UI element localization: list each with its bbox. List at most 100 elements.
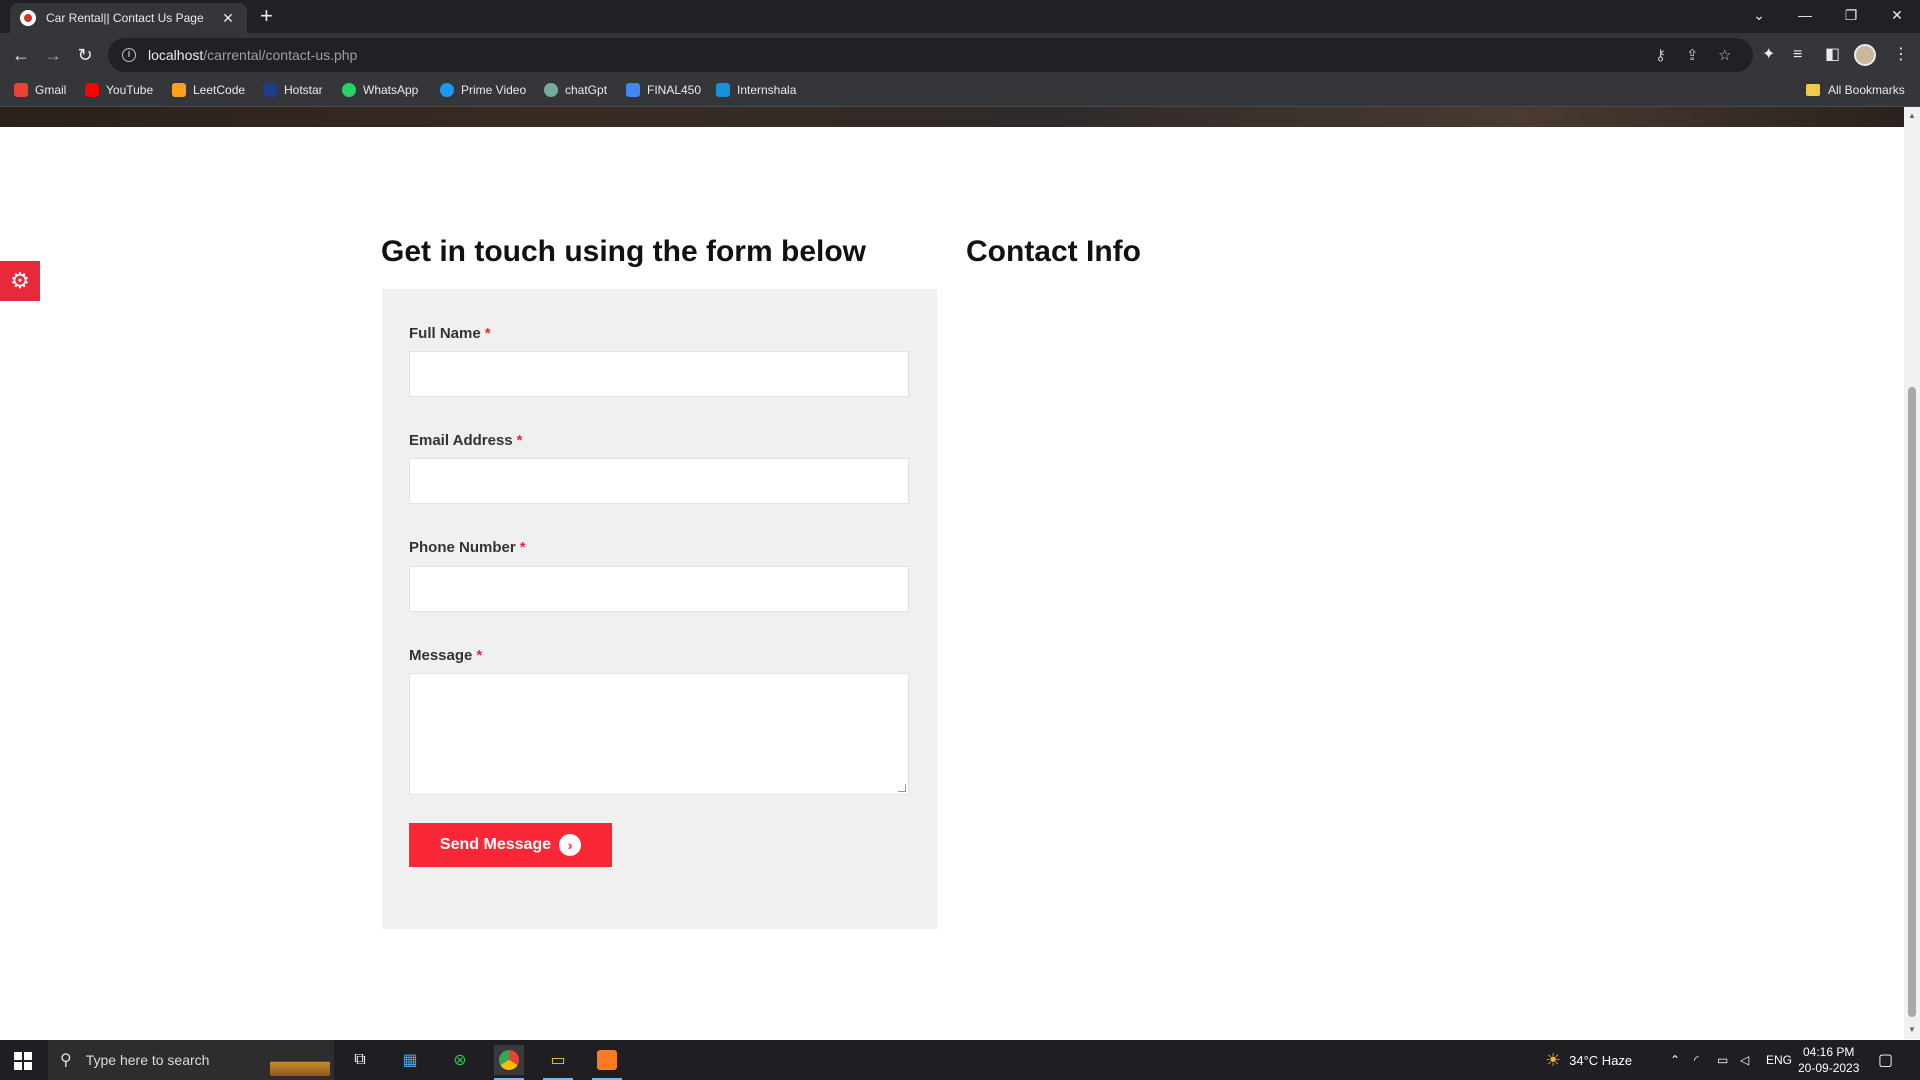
xampp-logo-icon <box>597 1050 617 1070</box>
hotstar-icon <box>263 83 277 97</box>
send-message-label: Send Message <box>439 836 552 853</box>
task-view-icon[interactable]: ⧉ <box>345 1045 375 1075</box>
hero-banner-edge <box>0 107 1904 127</box>
bookmark-folder-icon <box>1806 84 1820 96</box>
wifi-icon[interactable]: ◜ <box>1694 1040 1699 1080</box>
send-message-button[interactable]: Send Message › <box>409 823 612 867</box>
clock-date: 20-09-2023 <box>1798 1061 1860 1075</box>
contact-info-heading: Contact Info <box>966 235 1141 268</box>
bookmark-label: Gmail <box>35 83 67 97</box>
file-explorer-icon[interactable]: ▭ <box>543 1045 573 1080</box>
windows-start-icon[interactable] <box>14 1052 32 1070</box>
phone-input[interactable] <box>409 566 909 612</box>
tab-search-chevron-icon[interactable]: ⌄ <box>1736 0 1782 30</box>
bookmarks-bar: Gmail YouTube LeetCode Hotstar WhatsApp … <box>0 77 1920 107</box>
page-scrollbar[interactable]: ▲ ▼ <box>1904 107 1920 1039</box>
all-bookmarks-button[interactable]: All Bookmarks <box>1806 83 1905 97</box>
gmail-icon <box>14 83 28 97</box>
bookmark-label: Prime Video <box>461 83 527 97</box>
browser-menu-icon[interactable]: ⋮ <box>1893 43 1909 67</box>
all-bookmarks-label: All Bookmarks <box>1828 83 1905 97</box>
scrollbar-thumb[interactable] <box>1908 387 1916 1017</box>
side-panel-icon[interactable]: ◧ <box>1825 43 1840 67</box>
label-text: Phone Number <box>409 539 516 556</box>
bookmark-final450[interactable]: FINAL450 <box>626 83 701 97</box>
bookmark-internshala[interactable]: Internshala <box>716 83 796 97</box>
search-placeholder: Type here to search <box>85 1052 210 1068</box>
reload-icon[interactable]: ↻ <box>73 43 97 67</box>
youtube-icon <box>85 83 99 97</box>
bookmark-prime-video[interactable]: Prime Video <box>440 83 526 97</box>
search-icon: ⚲ <box>60 1052 72 1069</box>
tray-chevron-icon[interactable]: ⌃ <box>1670 1040 1680 1080</box>
notifications-icon[interactable]: ▢ <box>1878 1040 1893 1080</box>
email-input[interactable] <box>409 458 909 504</box>
address-bar[interactable]: i localhost/carrental/contact-us.php ⚷ ⇪… <box>108 38 1753 72</box>
arrow-right-circle-icon: › <box>559 834 582 856</box>
internshala-icon <box>716 83 730 97</box>
message-label: Message * <box>409 647 482 664</box>
form-heading: Get in touch using the form below <box>381 235 866 268</box>
bookmark-whatsapp[interactable]: WhatsApp <box>342 83 418 97</box>
password-key-icon[interactable]: ⚷ <box>1655 46 1666 64</box>
contact-form: Full Name * Email Address * Phone Number * … <box>382 289 937 929</box>
clock-time: 04:16 PM <box>1803 1045 1855 1059</box>
haze-weather-icon: ☀ <box>1545 1049 1562 1070</box>
back-arrow-icon[interactable]: ← <box>9 43 33 67</box>
browser-toolbar: ← → ↻ i localhost/carrental/contact-us.p… <box>0 33 1920 77</box>
label-text: Message <box>409 647 473 664</box>
bookmark-hotstar[interactable]: Hotstar <box>263 83 323 97</box>
bookmark-label: YouTube <box>106 83 154 97</box>
bookmark-label: WhatsApp <box>363 83 419 97</box>
url-host: localhost <box>148 47 204 63</box>
battery-icon[interactable]: ▭ <box>1717 1040 1728 1080</box>
xampp-icon[interactable] <box>592 1045 622 1080</box>
new-tab-button[interactable]: + <box>260 5 273 27</box>
bookmark-leetcode[interactable]: LeetCode <box>172 83 245 97</box>
scroll-down-arrow-icon[interactable]: ▼ <box>1908 1025 1916 1034</box>
bookmark-label: Hotstar <box>284 83 323 97</box>
bookmark-youtube[interactable]: YouTube <box>85 83 153 97</box>
settings-gear-icon[interactable]: ⚙ <box>0 261 40 301</box>
phone-label: Phone Number * <box>409 539 526 556</box>
chatgpt-icon <box>544 83 558 97</box>
bookmark-label: Internshala <box>737 83 797 97</box>
tab-close-icon[interactable]: ✕ <box>219 10 237 27</box>
windows-taskbar: ⚲ Type here to search ⧉ ▦ ⊗ ▭ ☀ 34°C Haz… <box>0 1040 1920 1080</box>
site-info-icon[interactable]: i <box>122 48 136 62</box>
page-viewport: ⚙ Get in touch using the form below Cont… <box>0 107 1904 1039</box>
close-window-button[interactable]: ✕ <box>1874 0 1920 30</box>
car-rental-favicon-icon <box>20 10 36 26</box>
reading-list-icon[interactable]: ≡ <box>1793 43 1802 67</box>
restore-button[interactable]: ❐ <box>1828 0 1874 30</box>
required-mark: * <box>516 432 523 449</box>
resize-grip-icon[interactable] <box>898 784 906 792</box>
minimize-button[interactable]: — <box>1782 0 1828 30</box>
leetcode-icon <box>172 83 186 97</box>
forward-arrow-icon[interactable]: → <box>41 43 65 67</box>
taskbar-clock[interactable]: 04:16 PM 20-09-2023 <box>1798 1044 1859 1076</box>
scroll-up-arrow-icon[interactable]: ▲ <box>1908 111 1916 120</box>
browser-tab[interactable]: Car Rental|| Contact Us Page ✕ <box>10 3 247 33</box>
required-mark: * <box>484 325 491 342</box>
weather-widget[interactable]: ☀ 34°C Haze <box>1545 1040 1632 1080</box>
bookmark-star-icon[interactable]: ☆ <box>1718 46 1731 64</box>
bookmark-chatgpt[interactable]: chatGpt <box>544 83 607 97</box>
share-icon[interactable]: ⇪ <box>1686 46 1699 64</box>
label-text: Email Address <box>409 432 513 449</box>
bookmark-gmail[interactable]: Gmail <box>14 83 66 97</box>
search-highlight-giraffe-image[interactable] <box>270 1044 330 1076</box>
tab-title: Car Rental|| Contact Us Page <box>46 11 204 25</box>
language-indicator[interactable]: ENG <box>1766 1040 1792 1080</box>
volume-icon[interactable]: ◁ <box>1740 1040 1749 1080</box>
message-textarea[interactable] <box>409 673 909 795</box>
chrome-taskbar-icon[interactable] <box>494 1045 524 1080</box>
final450-icon <box>626 83 640 97</box>
required-mark: * <box>519 539 526 556</box>
url-path: /carrental/contact-us.php <box>203 47 358 63</box>
microsoft-store-icon[interactable]: ▦ <box>395 1045 425 1075</box>
profile-avatar[interactable] <box>1854 44 1876 66</box>
full-name-input[interactable] <box>409 351 909 397</box>
xbox-icon[interactable]: ⊗ <box>445 1045 475 1075</box>
extensions-puzzle-icon[interactable]: ✦ <box>1762 43 1775 67</box>
